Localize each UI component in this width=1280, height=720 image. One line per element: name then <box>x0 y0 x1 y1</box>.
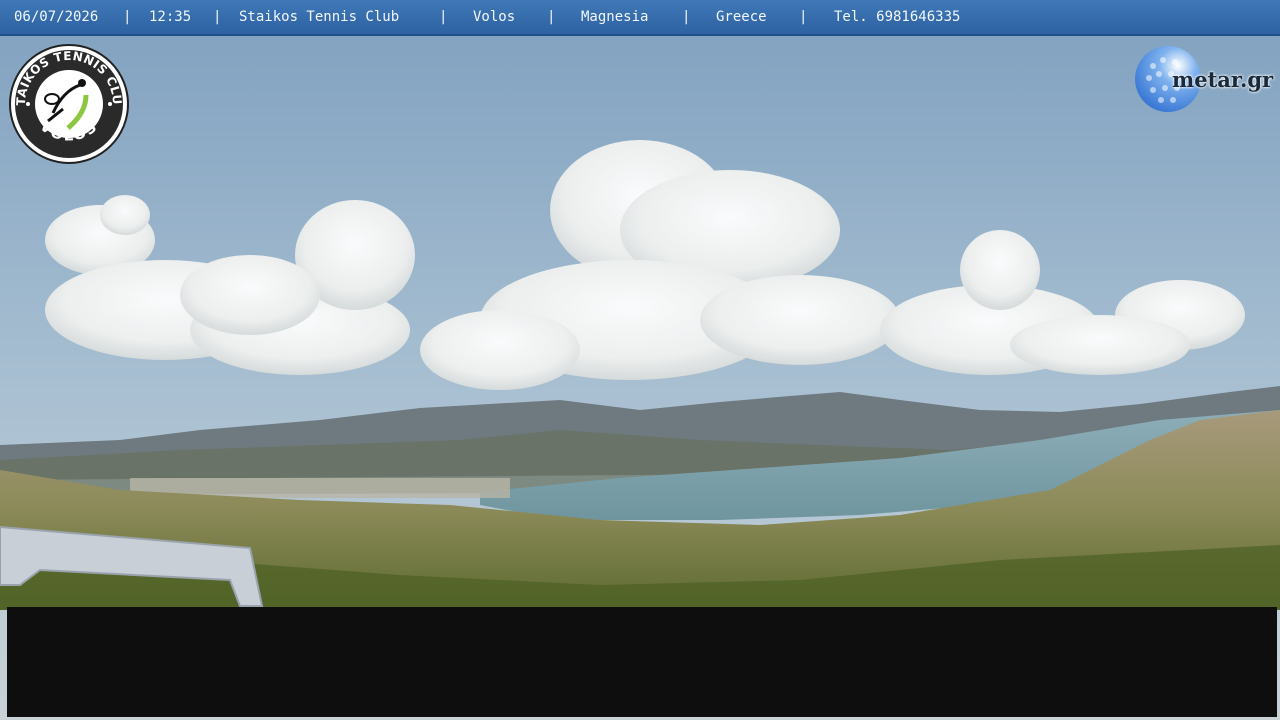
region: Magnesia <box>581 9 649 25</box>
metar-brand: metar.gr <box>1172 67 1274 92</box>
club-logo: STAIKOS TENNIS CLUB VOLOS <box>8 43 129 164</box>
club-name: Staikos Tennis Club <box>239 9 400 25</box>
city: Volos <box>473 9 516 25</box>
country: Greece <box>716 9 767 25</box>
time: 12:35 <box>149 9 192 25</box>
separator: | <box>439 9 448 25</box>
date: 06/07/2026 <box>14 9 99 25</box>
header-bar: 06/07/2026 | 12:35 | Staikos Tennis Club… <box>0 0 1280 36</box>
separator: | <box>213 9 222 25</box>
separator: | <box>799 9 808 25</box>
separator: | <box>547 9 556 25</box>
phone: Tel. 6981646335 <box>834 9 961 25</box>
separator: | <box>123 9 132 25</box>
black-panel <box>7 607 1277 717</box>
separator: | <box>682 9 691 25</box>
